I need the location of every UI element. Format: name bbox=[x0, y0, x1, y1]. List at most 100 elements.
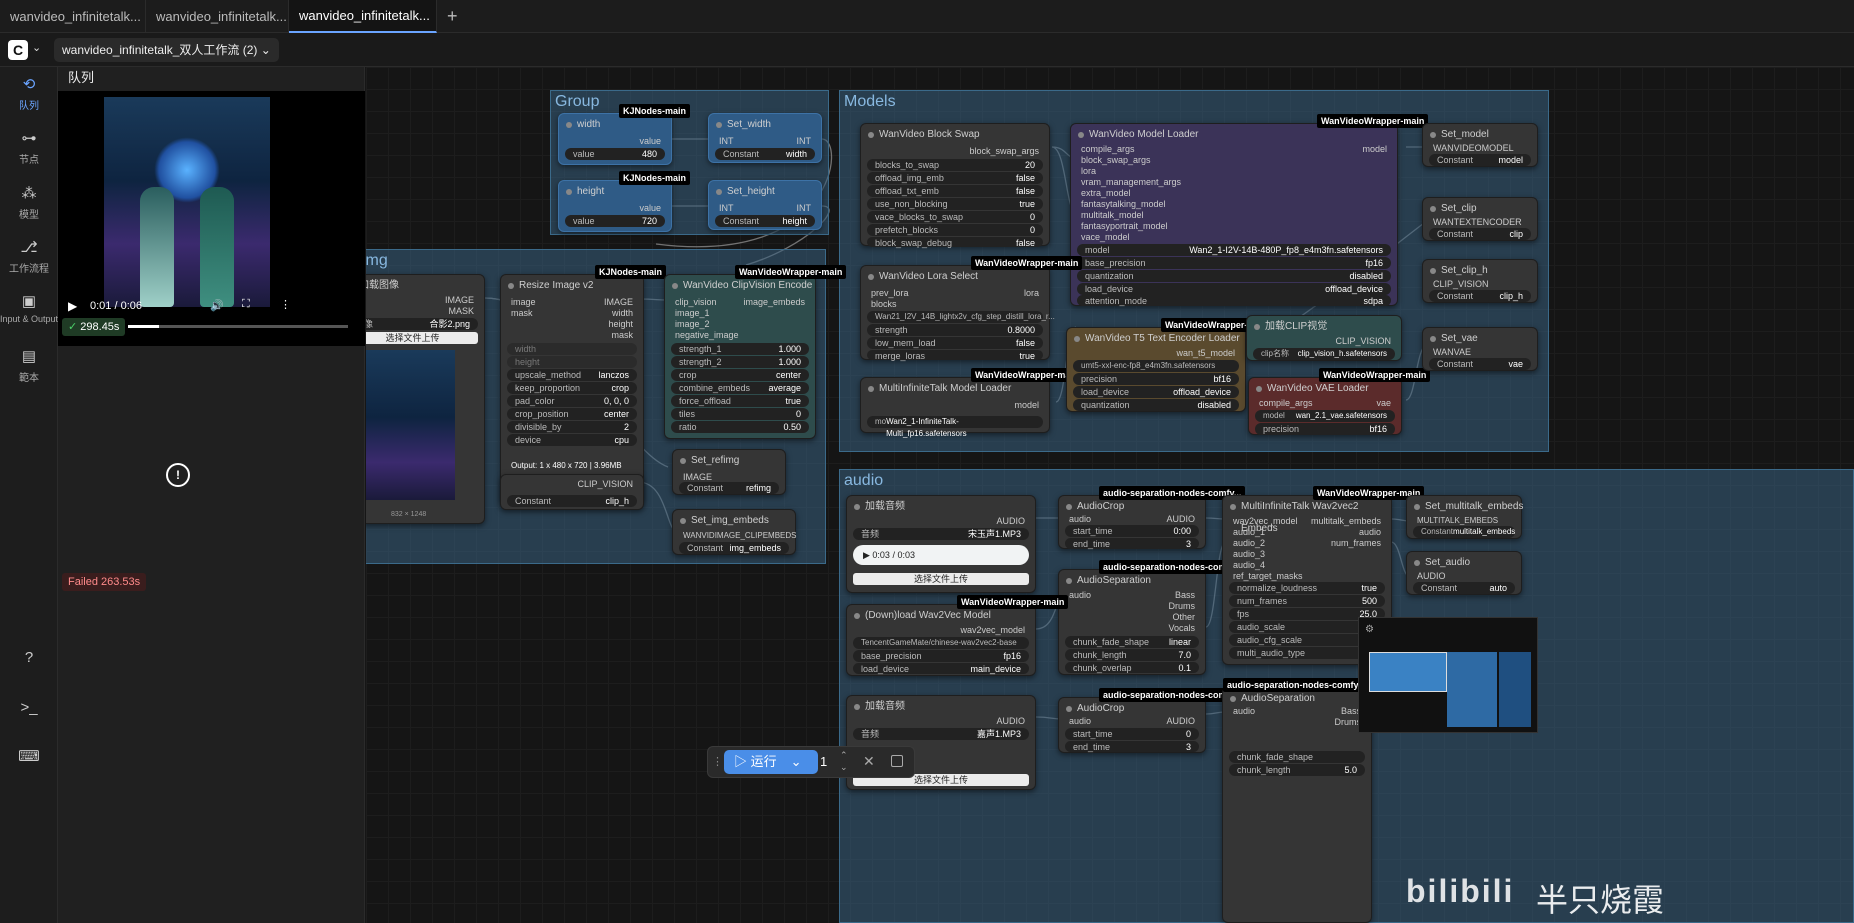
input-port[interactable]: audio bbox=[1233, 706, 1255, 717]
input-port[interactable]: CLIP_VISION bbox=[1433, 279, 1489, 290]
widget-row[interactable]: merge_loras true bbox=[867, 350, 1043, 361]
help-button[interactable]: ? bbox=[0, 649, 58, 670]
widget-row[interactable]: precision bf16 bbox=[1073, 373, 1239, 385]
wav2vec-loader-node[interactable]: WanVideoWrapper-main (Down)load Wav2Vec … bbox=[846, 595, 1069, 676]
input-port[interactable]: compile_args bbox=[1081, 144, 1135, 155]
clip-h-get-node[interactable]: CLIP_VISION Constant clip_h bbox=[500, 474, 644, 510]
set-width-node[interactable]: Set_width INT INT Constant width bbox=[708, 113, 822, 163]
widget-row[interactable]: attention_mode sdpa bbox=[1077, 295, 1391, 306]
height-node[interactable]: KJNodes-main height value value 720 bbox=[558, 171, 691, 232]
input-port[interactable]: audio bbox=[1069, 514, 1091, 525]
sidebar-item-workflows[interactable]: ⎇ 工作流程 bbox=[0, 238, 58, 275]
input-port[interactable]: image_1 bbox=[675, 308, 710, 319]
output-port[interactable]: value bbox=[639, 136, 661, 147]
comfy-logo-icon[interactable]: C bbox=[8, 40, 28, 60]
input-port[interactable]: vace_model bbox=[1081, 232, 1130, 243]
input-port[interactable]: audio_1 bbox=[1233, 527, 1265, 538]
widget-row[interactable]: use_non_blocking true bbox=[867, 198, 1043, 210]
clipvision-encode-node[interactable]: WanVideoWrapper-main WanVideo ClipVision… bbox=[664, 265, 847, 439]
output-port[interactable]: image_embeds bbox=[743, 297, 805, 308]
input-port[interactable]: MULTITALK_EMBEDS bbox=[1417, 515, 1498, 526]
sidebar-item-input-output[interactable]: ▣ Input & Output bbox=[0, 292, 58, 324]
block-swap-node[interactable]: WanVideo Block Swap block_swap_args bloc… bbox=[860, 123, 1050, 248]
sidebar-item-templates[interactable]: ▤ 範本 bbox=[0, 347, 58, 384]
queue-video-card[interactable]: ▶ 0:01 / 0:06 🔊 ⛶ ⋮ ✓ 298.45s bbox=[58, 91, 365, 346]
input-port[interactable]: blocks bbox=[871, 299, 897, 310]
widget-row[interactable]: quantization disabled bbox=[1073, 399, 1239, 411]
output-port[interactable]: AUDIO bbox=[1166, 514, 1195, 525]
widget-row[interactable]: blocks_to_swap 20 bbox=[867, 159, 1043, 171]
input-port[interactable]: mask bbox=[511, 308, 533, 319]
output-port[interactable]: CLIP_VISION bbox=[577, 479, 633, 490]
widget-row[interactable]: upscale_method lanczos bbox=[507, 369, 637, 381]
widget-row[interactable]: model wan_2.1_vae.safetensors bbox=[1255, 410, 1395, 422]
widget-row[interactable]: normalize_loudness true bbox=[1229, 582, 1385, 594]
output-port[interactable]: model bbox=[1362, 144, 1387, 155]
widget-row[interactable]: num_frames 500 bbox=[1229, 595, 1385, 607]
output-port[interactable]: num_frames bbox=[1331, 538, 1381, 549]
widget-row[interactable]: pad_color 0, 0, 0 bbox=[507, 395, 637, 407]
widget-row[interactable]: tiles 0 bbox=[671, 408, 809, 420]
widget-constant[interactable]: Constant clip bbox=[1429, 228, 1531, 240]
widget-row[interactable]: chunk_length 7.0 bbox=[1065, 649, 1199, 661]
vae-loader-node[interactable]: WanVideoWrapper-main WanVideo VAE Loader… bbox=[1248, 368, 1431, 435]
sidebar-item-models[interactable]: ⁂ 模型 bbox=[0, 184, 58, 221]
input-port[interactable]: multitalk_model bbox=[1081, 210, 1144, 221]
widget-row[interactable]: ratio 0.50 bbox=[671, 421, 809, 433]
widget-row[interactable]: crop_position center bbox=[507, 408, 637, 420]
tab-workflow-1[interactable]: wanvideo_infinitetalk... bbox=[0, 0, 146, 33]
load-audio-node-1[interactable]: 加载音频 AUDIO 音频 宋玉声1.MP3 ▶ 0:03 / 0:03 选择文件… bbox=[846, 495, 1036, 593]
new-tab-button[interactable]: + bbox=[437, 0, 469, 33]
widget-row[interactable]: force_offload true bbox=[671, 395, 809, 407]
output-port[interactable]: lora bbox=[1024, 288, 1039, 299]
widget-constant[interactable]: Constant multitalk_embeds bbox=[1413, 526, 1515, 538]
input-port[interactable]: fantasytalking_model bbox=[1081, 199, 1166, 210]
output-port[interactable]: CLIP_VISION bbox=[1335, 336, 1391, 347]
widget-width[interactable]: width bbox=[507, 343, 637, 355]
widget-value[interactable]: value 720 bbox=[565, 215, 665, 227]
output-port[interactable]: audio bbox=[1359, 527, 1381, 538]
input-port[interactable]: fantasyportrait_model bbox=[1081, 221, 1168, 232]
widget-row[interactable]: load_device offload_device bbox=[1077, 283, 1391, 295]
set-refimg-node[interactable]: Set_refimg IMAGE Constant refimg bbox=[672, 449, 786, 495]
set-height-node[interactable]: Set_height INT INT Constant height bbox=[708, 180, 822, 230]
widget-row[interactable]: divisible_by 2 bbox=[507, 421, 637, 433]
sidebar-item-nodes[interactable]: ⊶ 节点 bbox=[0, 129, 58, 166]
output-port[interactable]: IMAGE bbox=[604, 297, 633, 308]
widget-row[interactable]: block_swap_debug false bbox=[867, 237, 1043, 248]
widget-constant[interactable]: Constant height bbox=[715, 215, 815, 227]
widget-row[interactable]: umt5-xxl-enc-fp8_e4m3fn.safetensors bbox=[1073, 360, 1239, 372]
output-port[interactable]: wav2vec_model bbox=[960, 625, 1025, 636]
input-port[interactable]: compile_args bbox=[1259, 398, 1313, 409]
widget-value[interactable]: value 480 bbox=[565, 148, 665, 160]
output-port[interactable]: INT bbox=[797, 203, 812, 214]
audio-player[interactable]: ▶ 0:03 / 0:03 bbox=[853, 545, 1029, 565]
input-port[interactable]: WANTEXTENCODER bbox=[1433, 217, 1522, 228]
widget-row[interactable]: load_device offload_device bbox=[1073, 386, 1239, 398]
output-port[interactable]: AUDIO bbox=[996, 716, 1025, 727]
widget-constant[interactable]: Constant clip_h bbox=[507, 495, 637, 507]
output-port[interactable]: MASK bbox=[448, 306, 474, 317]
widget-row[interactable]: offload_img_emb false bbox=[867, 172, 1043, 184]
batch-count-input[interactable]: 1 bbox=[820, 754, 827, 769]
minimap-viewport[interactable] bbox=[1369, 652, 1447, 692]
widget-row[interactable]: chunk_fade_shape bbox=[1229, 751, 1365, 763]
widget-row[interactable]: Wan21_I2V_14B_lightx2v_cfg_step_distill_… bbox=[867, 311, 1055, 323]
output-port[interactable]: Vocals bbox=[1168, 623, 1195, 634]
set-multitalk-embeds-node[interactable]: Set_multitalk_embeds MULTITALK_EMBEDS Co… bbox=[1406, 495, 1523, 539]
output-port[interactable]: Bass bbox=[1175, 590, 1195, 601]
output-port[interactable]: height bbox=[608, 319, 633, 330]
input-port[interactable]: audio_2 bbox=[1233, 538, 1265, 549]
widget-row[interactable]: TencentGameMate/chinese-wav2vec2-base bbox=[853, 637, 1029, 649]
output-port[interactable]: block_swap_args bbox=[969, 146, 1039, 157]
set-vae-node[interactable]: Set_vae WANVAE Constant vae bbox=[1422, 327, 1538, 371]
upload-button[interactable]: 选择文件上传 bbox=[366, 332, 478, 344]
input-port[interactable]: vram_management_args bbox=[1081, 177, 1181, 188]
load-image-node[interactable]: 加载图像 IMAGE MASK 图像合影2.png 选择文件上传 832 × 1… bbox=[366, 274, 485, 524]
widget-row[interactable]: device cpu bbox=[507, 434, 637, 446]
widget-row[interactable]: strength 0.8000 bbox=[867, 324, 1043, 336]
input-port[interactable]: AUDIO bbox=[1417, 571, 1446, 582]
widget-row[interactable]: vace_blocks_to_swap 0 bbox=[867, 211, 1043, 223]
audio-separation-node-2[interactable]: audio-separation-nodes-comfy... AudioSep… bbox=[1222, 678, 1372, 923]
widget-row[interactable]: base_precision fp16 bbox=[853, 650, 1029, 662]
